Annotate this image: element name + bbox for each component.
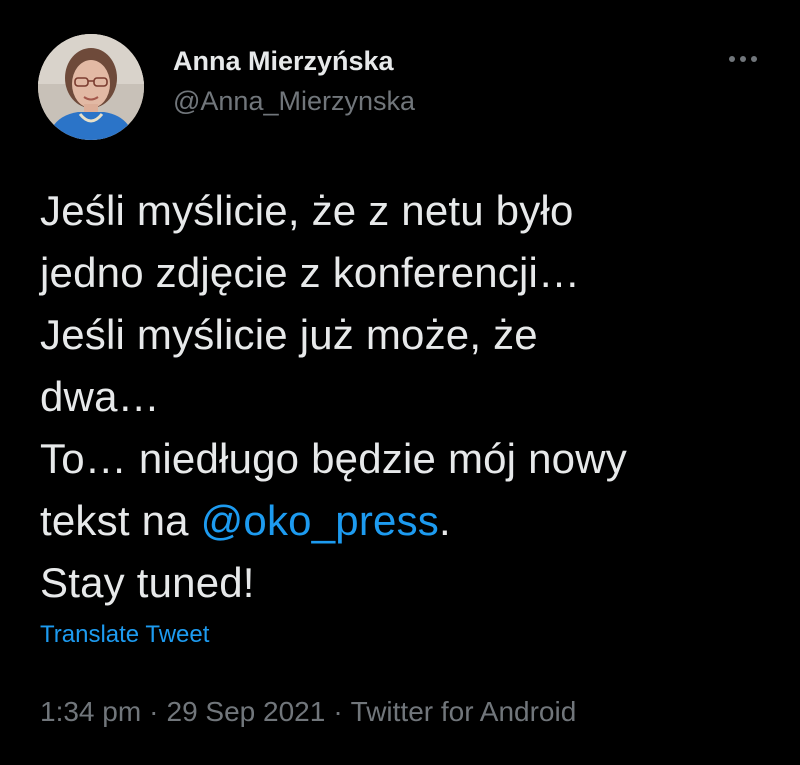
separator: · <box>149 696 159 727</box>
mention-link[interactable]: @oko_press <box>201 497 439 544</box>
more-options-button[interactable] <box>718 44 768 74</box>
tweet-line: To… niedługo będzie mój nowy <box>40 435 627 482</box>
tweet-source[interactable]: Twitter for Android <box>351 696 577 727</box>
tweet-line: Stay tuned! <box>40 559 255 606</box>
tweet-text-fragment: tekst na <box>40 497 201 544</box>
tweet-line-with-mention: tekst na @oko_press. <box>40 490 780 552</box>
separator: · <box>333 696 343 727</box>
tweet-line: dwa… <box>40 373 160 420</box>
translate-tweet-link[interactable]: Translate Tweet <box>40 620 209 650</box>
avatar[interactable] <box>38 34 144 140</box>
tweet-time[interactable]: 1:34 pm <box>40 696 141 727</box>
user-info: Anna Mierzyńska @Anna_Mierzynska <box>173 44 415 118</box>
author-display-name[interactable]: Anna Mierzyńska <box>173 44 415 78</box>
tweet-text: Jeśli myślicie, że z netu było jedno zdj… <box>40 180 780 614</box>
profile-photo-icon <box>38 34 144 140</box>
tweet-line: jedno zdjęcie z konferencji… <box>40 249 581 296</box>
author-handle[interactable]: @Anna_Mierzynska <box>173 84 415 118</box>
tweet-metadata: 1:34 pm · 29 Sep 2021 · Twitter for Android <box>40 694 576 730</box>
tweet-text-fragment: . <box>438 497 451 544</box>
tweet-date[interactable]: 29 Sep 2021 <box>167 696 326 727</box>
tweet-line: Jeśli myślicie, że z netu było <box>40 187 574 234</box>
tweet-line: Jeśli myślicie już może, że <box>40 311 538 358</box>
tweet-card: Anna Mierzyńska @Anna_Mierzynska Jeśli m… <box>0 0 800 765</box>
more-horizontal-icon <box>729 56 757 62</box>
